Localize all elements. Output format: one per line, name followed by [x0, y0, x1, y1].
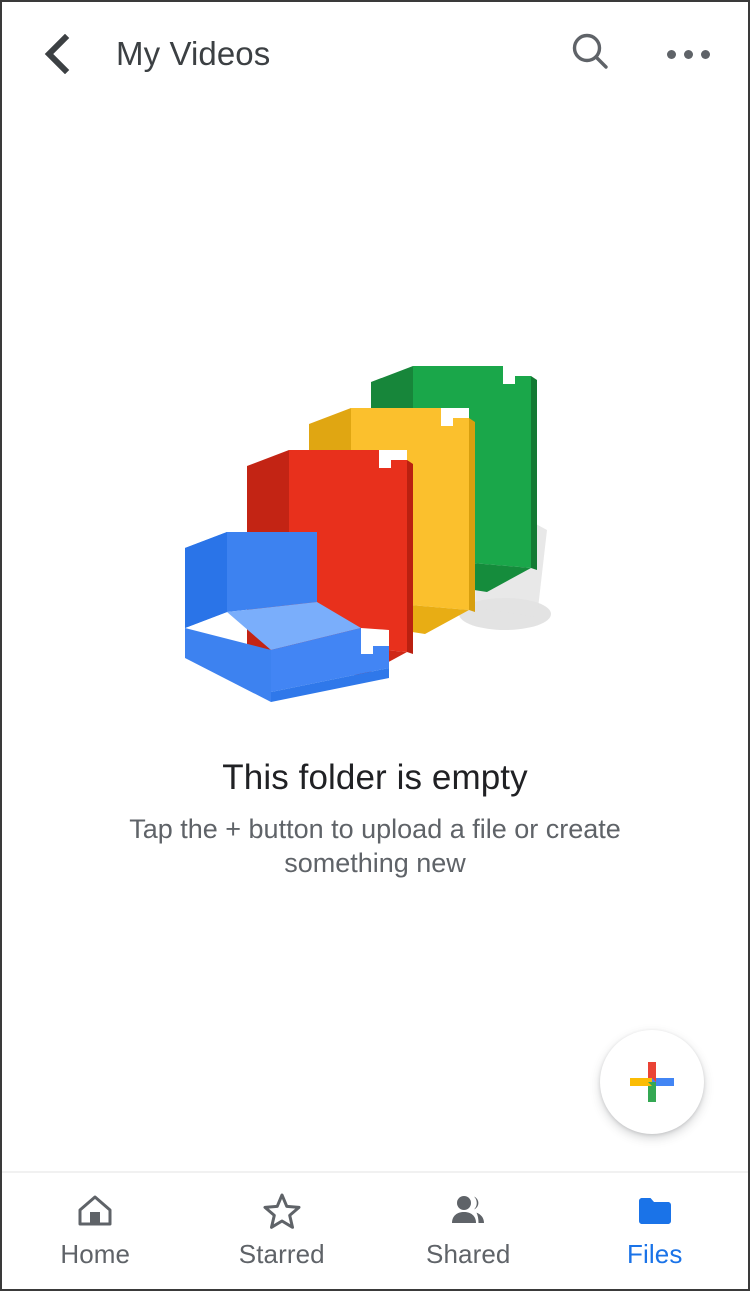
nav-label-files: Files [627, 1239, 683, 1269]
overflow-menu-button[interactable] [656, 22, 720, 86]
chevron-left-icon [39, 34, 75, 74]
search-icon [568, 30, 612, 79]
nav-item-home[interactable]: Home [2, 1173, 189, 1289]
nav-item-starred[interactable]: Starred [189, 1173, 376, 1289]
bottom-navigation-bar: Home Starred Shared Files [2, 1171, 748, 1289]
empty-folder-bins-illustration [175, 362, 575, 722]
top-app-bar: My Videos [2, 2, 748, 106]
nav-item-files[interactable]: Files [562, 1173, 749, 1289]
nav-label-shared: Shared [426, 1239, 511, 1269]
nav-item-shared[interactable]: Shared [375, 1173, 562, 1289]
create-new-button[interactable] [600, 1030, 704, 1134]
overflow-menu-icon [666, 49, 710, 59]
empty-state-subtitle: Tap the + button to upload a file or cre… [129, 814, 621, 879]
nav-label-starred: Starred [238, 1239, 325, 1269]
home-icon [75, 1189, 115, 1233]
nav-label-home: Home [60, 1239, 131, 1269]
page-title: My Videos [116, 35, 271, 72]
folder-icon [635, 1189, 675, 1233]
google-plus-icon [626, 1056, 678, 1108]
app-screen: My Videos This folder is empty Tap the +… [0, 0, 750, 1291]
people-icon [448, 1189, 488, 1233]
back-button[interactable] [26, 23, 88, 85]
star-outline-icon [262, 1189, 302, 1233]
empty-state-title: This folder is empty [222, 758, 528, 797]
search-button[interactable] [558, 22, 622, 86]
empty-state: This folder is empty Tap the + button to… [2, 362, 748, 880]
